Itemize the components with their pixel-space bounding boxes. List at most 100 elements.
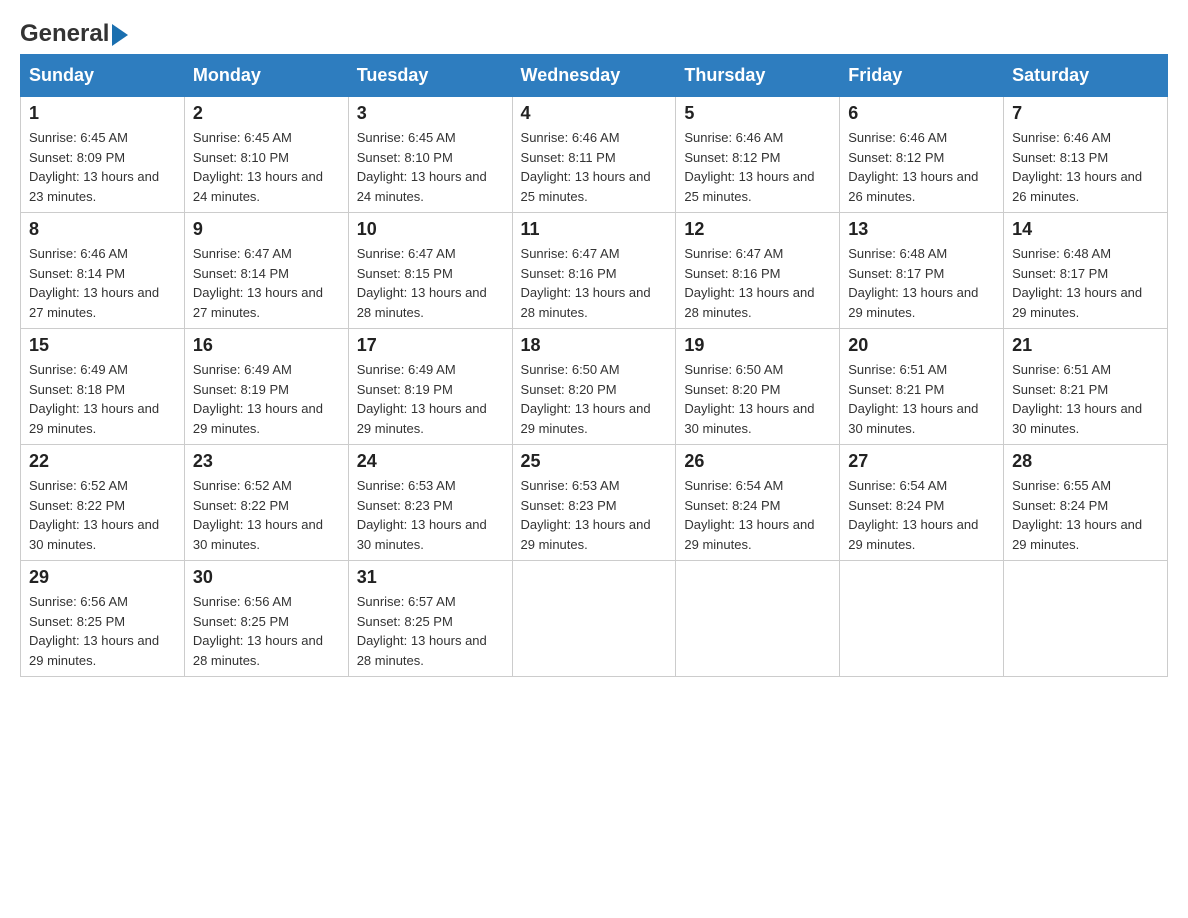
day-info: Sunrise: 6:51 AMSunset: 8:21 PMDaylight:… — [848, 360, 995, 438]
day-info: Sunrise: 6:57 AMSunset: 8:25 PMDaylight:… — [357, 592, 504, 670]
logo-arrow-icon — [112, 24, 128, 46]
day-number: 11 — [521, 219, 668, 240]
day-number: 22 — [29, 451, 176, 472]
day-number: 13 — [848, 219, 995, 240]
day-info: Sunrise: 6:53 AMSunset: 8:23 PMDaylight:… — [521, 476, 668, 554]
calendar-cell: 29 Sunrise: 6:56 AMSunset: 8:25 PMDaylig… — [21, 561, 185, 677]
day-number: 5 — [684, 103, 831, 124]
day-info: Sunrise: 6:46 AMSunset: 8:13 PMDaylight:… — [1012, 128, 1159, 206]
day-info: Sunrise: 6:46 AMSunset: 8:11 PMDaylight:… — [521, 128, 668, 206]
day-info: Sunrise: 6:45 AMSunset: 8:10 PMDaylight:… — [193, 128, 340, 206]
calendar-header-row: SundayMondayTuesdayWednesdayThursdayFrid… — [21, 55, 1168, 97]
calendar-cell: 18 Sunrise: 6:50 AMSunset: 8:20 PMDaylig… — [512, 329, 676, 445]
day-number: 2 — [193, 103, 340, 124]
day-number: 4 — [521, 103, 668, 124]
day-info: Sunrise: 6:47 AMSunset: 8:16 PMDaylight:… — [521, 244, 668, 322]
day-number: 24 — [357, 451, 504, 472]
calendar-week-row: 1 Sunrise: 6:45 AMSunset: 8:09 PMDayligh… — [21, 97, 1168, 213]
calendar-cell — [1004, 561, 1168, 677]
calendar-cell: 5 Sunrise: 6:46 AMSunset: 8:12 PMDayligh… — [676, 97, 840, 213]
day-info: Sunrise: 6:46 AMSunset: 8:12 PMDaylight:… — [848, 128, 995, 206]
column-header-friday: Friday — [840, 55, 1004, 97]
calendar-cell: 22 Sunrise: 6:52 AMSunset: 8:22 PMDaylig… — [21, 445, 185, 561]
calendar-cell: 9 Sunrise: 6:47 AMSunset: 8:14 PMDayligh… — [184, 213, 348, 329]
day-number: 26 — [684, 451, 831, 472]
day-info: Sunrise: 6:46 AMSunset: 8:12 PMDaylight:… — [684, 128, 831, 206]
calendar-cell: 11 Sunrise: 6:47 AMSunset: 8:16 PMDaylig… — [512, 213, 676, 329]
column-header-thursday: Thursday — [676, 55, 840, 97]
calendar-cell: 26 Sunrise: 6:54 AMSunset: 8:24 PMDaylig… — [676, 445, 840, 561]
day-info: Sunrise: 6:53 AMSunset: 8:23 PMDaylight:… — [357, 476, 504, 554]
day-info: Sunrise: 6:51 AMSunset: 8:21 PMDaylight:… — [1012, 360, 1159, 438]
calendar-cell: 27 Sunrise: 6:54 AMSunset: 8:24 PMDaylig… — [840, 445, 1004, 561]
calendar-cell: 28 Sunrise: 6:55 AMSunset: 8:24 PMDaylig… — [1004, 445, 1168, 561]
day-number: 29 — [29, 567, 176, 588]
calendar-cell — [676, 561, 840, 677]
day-number: 19 — [684, 335, 831, 356]
calendar-week-row: 15 Sunrise: 6:49 AMSunset: 8:18 PMDaylig… — [21, 329, 1168, 445]
calendar-cell: 12 Sunrise: 6:47 AMSunset: 8:16 PMDaylig… — [676, 213, 840, 329]
day-number: 3 — [357, 103, 504, 124]
day-number: 7 — [1012, 103, 1159, 124]
calendar-cell: 7 Sunrise: 6:46 AMSunset: 8:13 PMDayligh… — [1004, 97, 1168, 213]
day-info: Sunrise: 6:47 AMSunset: 8:15 PMDaylight:… — [357, 244, 504, 322]
day-number: 8 — [29, 219, 176, 240]
day-number: 6 — [848, 103, 995, 124]
day-number: 20 — [848, 335, 995, 356]
column-header-monday: Monday — [184, 55, 348, 97]
page-header: General — [20, 20, 1168, 44]
day-info: Sunrise: 6:56 AMSunset: 8:25 PMDaylight:… — [29, 592, 176, 670]
calendar-cell: 15 Sunrise: 6:49 AMSunset: 8:18 PMDaylig… — [21, 329, 185, 445]
day-info: Sunrise: 6:49 AMSunset: 8:19 PMDaylight:… — [193, 360, 340, 438]
day-number: 28 — [1012, 451, 1159, 472]
calendar-table: SundayMondayTuesdayWednesdayThursdayFrid… — [20, 54, 1168, 677]
calendar-cell: 19 Sunrise: 6:50 AMSunset: 8:20 PMDaylig… — [676, 329, 840, 445]
day-info: Sunrise: 6:54 AMSunset: 8:24 PMDaylight:… — [684, 476, 831, 554]
day-info: Sunrise: 6:52 AMSunset: 8:22 PMDaylight:… — [193, 476, 340, 554]
calendar-cell: 17 Sunrise: 6:49 AMSunset: 8:19 PMDaylig… — [348, 329, 512, 445]
day-info: Sunrise: 6:52 AMSunset: 8:22 PMDaylight:… — [29, 476, 176, 554]
column-header-sunday: Sunday — [21, 55, 185, 97]
calendar-cell: 30 Sunrise: 6:56 AMSunset: 8:25 PMDaylig… — [184, 561, 348, 677]
calendar-cell — [840, 561, 1004, 677]
calendar-cell: 31 Sunrise: 6:57 AMSunset: 8:25 PMDaylig… — [348, 561, 512, 677]
day-info: Sunrise: 6:49 AMSunset: 8:19 PMDaylight:… — [357, 360, 504, 438]
calendar-cell: 13 Sunrise: 6:48 AMSunset: 8:17 PMDaylig… — [840, 213, 1004, 329]
day-info: Sunrise: 6:46 AMSunset: 8:14 PMDaylight:… — [29, 244, 176, 322]
day-number: 30 — [193, 567, 340, 588]
calendar-cell: 6 Sunrise: 6:46 AMSunset: 8:12 PMDayligh… — [840, 97, 1004, 213]
day-number: 17 — [357, 335, 504, 356]
column-header-wednesday: Wednesday — [512, 55, 676, 97]
day-info: Sunrise: 6:55 AMSunset: 8:24 PMDaylight:… — [1012, 476, 1159, 554]
day-number: 25 — [521, 451, 668, 472]
day-info: Sunrise: 6:50 AMSunset: 8:20 PMDaylight:… — [521, 360, 668, 438]
calendar-cell: 10 Sunrise: 6:47 AMSunset: 8:15 PMDaylig… — [348, 213, 512, 329]
calendar-cell: 23 Sunrise: 6:52 AMSunset: 8:22 PMDaylig… — [184, 445, 348, 561]
day-number: 12 — [684, 219, 831, 240]
calendar-cell: 1 Sunrise: 6:45 AMSunset: 8:09 PMDayligh… — [21, 97, 185, 213]
day-number: 9 — [193, 219, 340, 240]
day-number: 31 — [357, 567, 504, 588]
calendar-week-row: 22 Sunrise: 6:52 AMSunset: 8:22 PMDaylig… — [21, 445, 1168, 561]
day-number: 1 — [29, 103, 176, 124]
calendar-week-row: 29 Sunrise: 6:56 AMSunset: 8:25 PMDaylig… — [21, 561, 1168, 677]
calendar-cell: 14 Sunrise: 6:48 AMSunset: 8:17 PMDaylig… — [1004, 213, 1168, 329]
calendar-cell: 16 Sunrise: 6:49 AMSunset: 8:19 PMDaylig… — [184, 329, 348, 445]
day-info: Sunrise: 6:45 AMSunset: 8:09 PMDaylight:… — [29, 128, 176, 206]
day-number: 23 — [193, 451, 340, 472]
day-info: Sunrise: 6:50 AMSunset: 8:20 PMDaylight:… — [684, 360, 831, 438]
day-number: 27 — [848, 451, 995, 472]
calendar-cell: 21 Sunrise: 6:51 AMSunset: 8:21 PMDaylig… — [1004, 329, 1168, 445]
logo: General — [20, 20, 128, 44]
calendar-cell: 25 Sunrise: 6:53 AMSunset: 8:23 PMDaylig… — [512, 445, 676, 561]
day-number: 18 — [521, 335, 668, 356]
logo-general-text: General — [20, 20, 109, 48]
day-number: 15 — [29, 335, 176, 356]
day-info: Sunrise: 6:45 AMSunset: 8:10 PMDaylight:… — [357, 128, 504, 206]
calendar-cell — [512, 561, 676, 677]
day-number: 21 — [1012, 335, 1159, 356]
day-info: Sunrise: 6:47 AMSunset: 8:14 PMDaylight:… — [193, 244, 340, 322]
calendar-cell: 4 Sunrise: 6:46 AMSunset: 8:11 PMDayligh… — [512, 97, 676, 213]
calendar-cell: 3 Sunrise: 6:45 AMSunset: 8:10 PMDayligh… — [348, 97, 512, 213]
day-info: Sunrise: 6:48 AMSunset: 8:17 PMDaylight:… — [1012, 244, 1159, 322]
